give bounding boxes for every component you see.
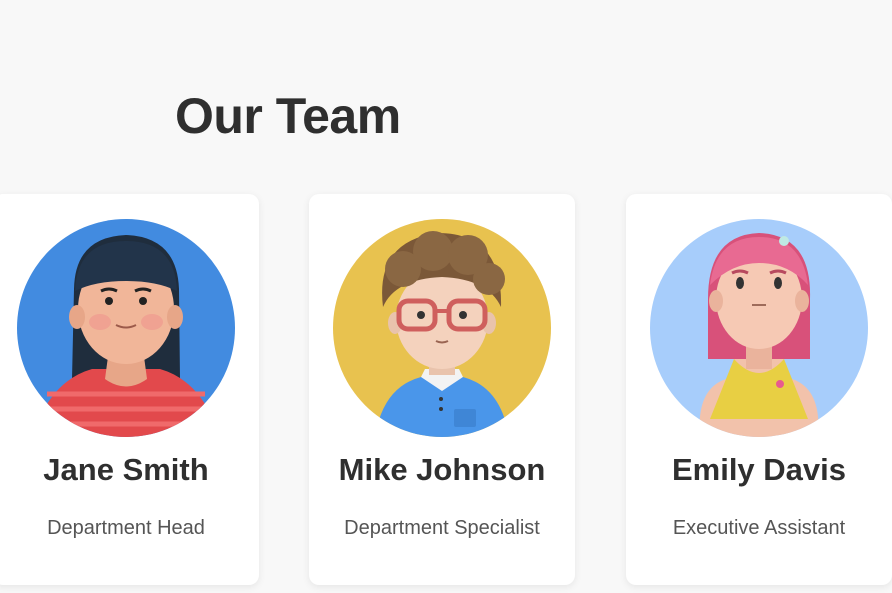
avatar (333, 219, 551, 437)
team-card-emily: Emily Davis Executive Assistant (626, 194, 892, 585)
member-name: Jane Smith (43, 452, 209, 487)
team-card-mike: Mike Johnson Department Specialist (309, 194, 575, 585)
avatar (650, 219, 868, 437)
member-name: Emily Davis (671, 452, 847, 487)
member-name: Mike Johnson (338, 452, 546, 487)
section-title: Our Team (175, 88, 401, 144)
avatar-illustration (17, 219, 235, 437)
member-role: Department Specialist (344, 517, 540, 539)
avatar-illustration (333, 219, 551, 437)
member-role: Executive Assistant (672, 517, 846, 539)
member-role: Department Head (47, 517, 205, 539)
team-card-jane: Jane Smith Department Head (0, 194, 259, 585)
avatar-illustration (650, 219, 868, 437)
avatar (17, 219, 235, 437)
